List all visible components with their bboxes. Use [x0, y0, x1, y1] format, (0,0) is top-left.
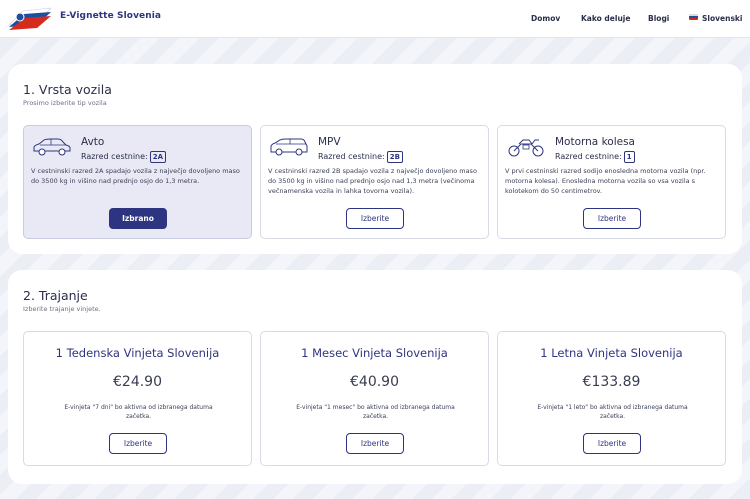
brand-name[interactable]: E-Vignette Slovenia — [60, 11, 161, 21]
selected-button[interactable]: Izbrano — [109, 208, 167, 229]
nav-blog[interactable]: Blogi — [648, 14, 669, 23]
duration-price: €133.89 — [582, 374, 641, 390]
van-icon — [268, 136, 310, 158]
select-button[interactable]: Izberite — [346, 208, 404, 229]
duration-note: E-vinjeta "1 leto" bo aktivna od izbrane… — [537, 404, 688, 420]
duration-card-year[interactable]: 1 Letna Vinjeta Slovenija €133.89 E-vinj… — [497, 331, 726, 466]
vehicle-section-title: 1. Vrsta vozila — [23, 82, 112, 97]
duration-title: 1 Letna Vinjeta Slovenija — [540, 346, 683, 360]
vehicle-name: Motorna kolesa — [555, 136, 635, 148]
duration-section: 2. Trajanje Izberite trajanje vinjete. 1… — [8, 270, 742, 484]
toll-class-label: Razred cestnine: — [555, 152, 622, 161]
toll-class-label: Razred cestnine: — [318, 152, 385, 161]
duration-note: E-vinjeta "1 mesec" bo aktivna od izbran… — [296, 404, 455, 420]
logo-icon[interactable] — [7, 5, 53, 33]
duration-price: €24.90 — [113, 374, 162, 390]
duration-price: €40.90 — [350, 374, 399, 390]
toll-class-badge: 2B — [386, 151, 403, 163]
nav-how-it-works[interactable]: Kako deluje — [581, 14, 630, 23]
vehicle-name: MPV — [318, 136, 341, 148]
nav-home[interactable]: Domov — [531, 14, 560, 23]
duration-title: 1 Tedenska Vinjeta Slovenija — [55, 346, 220, 360]
toll-class-badge: 1 — [623, 151, 635, 163]
slovenia-flag-icon — [689, 14, 698, 20]
duration-title: 1 Mesec Vinjeta Slovenija — [301, 346, 448, 360]
nav-language[interactable]: Slovenski — [702, 14, 742, 23]
duration-section-title: 2. Trajanje — [23, 288, 88, 303]
vehicle-description: V prvi cestninski razred sodijo enosledn… — [505, 167, 706, 195]
toll-class: Razred cestnine: 2A — [81, 151, 167, 163]
vehicle-description: V cestninski razred 2B spadajo vozila z … — [268, 167, 477, 195]
select-button[interactable]: Izberite — [583, 433, 641, 454]
duration-note: E-vinjeta "7 dni" bo aktivna od izbraneg… — [64, 404, 213, 420]
vehicle-name: Avto — [81, 136, 105, 148]
toll-class: Razred cestnine: 2B — [318, 151, 403, 163]
select-button[interactable]: Izberite — [109, 433, 167, 454]
motorcycle-icon — [505, 136, 547, 158]
vehicle-section: 1. Vrsta vozila Prosimo izberite tip voz… — [8, 64, 742, 254]
vehicle-section-subtitle: Prosimo izberite tip vozila — [23, 99, 107, 107]
toll-class-badge: 2A — [149, 151, 167, 163]
site-header: E-Vignette Slovenia Domov Kako deluje Bl… — [0, 0, 750, 38]
vehicle-description: V cestninski razred 2A spadajo vozila z … — [31, 167, 240, 185]
car-icon — [31, 136, 73, 158]
duration-card-week[interactable]: 1 Tedenska Vinjeta Slovenija €24.90 E-vi… — [23, 331, 252, 466]
duration-card-month[interactable]: 1 Mesec Vinjeta Slovenija €40.90 E-vinje… — [260, 331, 489, 466]
toll-class-label: Razred cestnine: — [81, 152, 148, 161]
vehicle-card-motorcycle[interactable]: Motorna kolesa Razred cestnine: 1 V prvi … — [497, 125, 726, 239]
duration-section-subtitle: Izberite trajanje vinjete. — [23, 305, 101, 313]
vehicle-card-mpv[interactable]: MPV Razred cestnine: 2B V cestninski razr… — [260, 125, 489, 239]
select-button[interactable]: Izberite — [583, 208, 641, 229]
toll-class: Razred cestnine: 1 — [555, 151, 635, 163]
select-button[interactable]: Izberite — [346, 433, 404, 454]
vehicle-card-car[interactable]: Avto Razred cestnine: 2A V cestninski raz… — [23, 125, 252, 239]
